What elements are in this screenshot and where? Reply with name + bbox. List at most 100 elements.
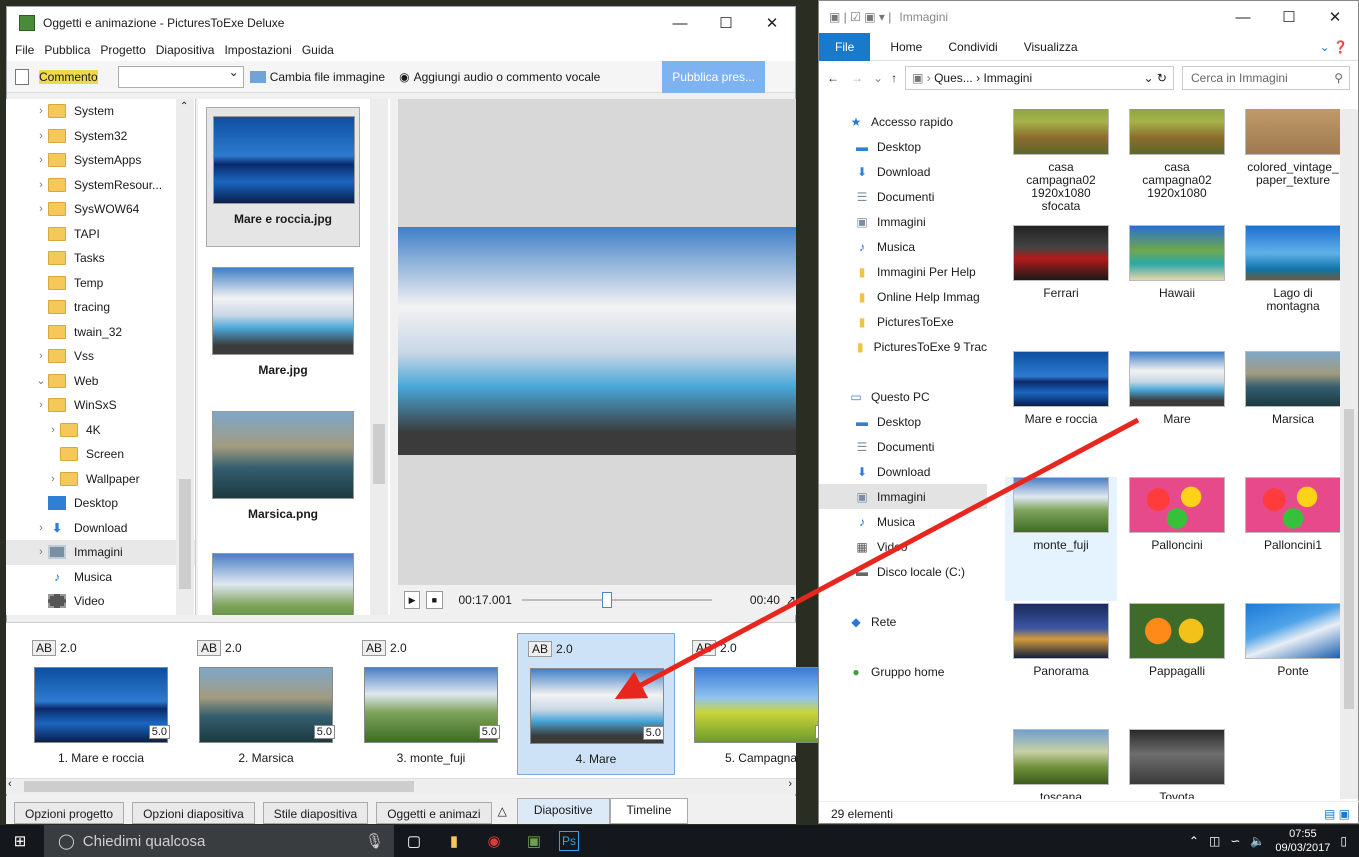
stop-icon[interactable]: ■ (426, 591, 443, 609)
nav-item[interactable]: ▮ Online Help Immag (819, 284, 987, 309)
ribbon-tab-home[interactable]: Home (890, 40, 922, 54)
tree-item[interactable]: Desktop (6, 491, 195, 516)
file-grid[interactable]: casa campagna02 1920x1080 sfocata casa ca… (995, 109, 1340, 799)
back-icon[interactable]: ← (827, 71, 839, 85)
thumb-card[interactable]: Mare.jpg (206, 259, 360, 399)
file-item[interactable]: Palloncini (1121, 477, 1233, 601)
slide-preview[interactable] (398, 99, 796, 585)
explorer-maximize-button[interactable]: ☐ (1266, 1, 1312, 33)
file-explorer-icon[interactable]: ▮ (439, 826, 469, 856)
thumb-card[interactable]: Marsica.png (206, 403, 360, 543)
tree-item[interactable]: Tasks (6, 246, 195, 271)
file-item[interactable]: Toyota (1121, 729, 1233, 799)
nav-item[interactable]: ▮ Immagini Per Help (819, 259, 987, 284)
file-item[interactable]: monte_fuji (1005, 477, 1117, 601)
slide-card[interactable]: AB2.05.5. Campagna (682, 633, 840, 775)
tree-item[interactable]: › SysWOW64 (6, 197, 195, 222)
explorer-nav-pane[interactable]: ★ Accesso rapido ▬ Desktop ⬇ Download ☰ Documen… (819, 109, 987, 801)
battery-icon[interactable]: ◫ (1209, 834, 1220, 848)
tree-item[interactable]: Temp (6, 271, 195, 296)
tree-item[interactable]: › SystemApps (6, 148, 195, 173)
nav-item[interactable]: ♪ Musica (819, 234, 987, 259)
file-item[interactable]: toscana (1005, 729, 1117, 799)
volume-icon[interactable]: 🔈 (1250, 834, 1265, 848)
expand-chevron-icon[interactable]: › (34, 522, 48, 534)
picturestoexe-icon[interactable]: ▣ (519, 826, 549, 856)
tree-item[interactable]: › Wallpaper (6, 467, 195, 492)
tray-chevron-icon[interactable]: ⌃ (1189, 834, 1199, 848)
menu-diapositiva[interactable]: Diapositiva (156, 43, 215, 57)
view-toggle-icon[interactable]: ▤ ▣ (1324, 807, 1350, 821)
file-item[interactable]: Ferrari (1005, 225, 1117, 349)
thumb-card[interactable] (206, 545, 360, 615)
slide-card[interactable]: AB 2.0 5.0 1. Mare e roccia (22, 633, 180, 775)
file-item[interactable]: Panorama (1005, 603, 1117, 727)
tree-item[interactable]: › Vss (6, 344, 195, 369)
timeline-slider[interactable] (521, 592, 712, 608)
expand-chevron-icon[interactable]: › (34, 105, 48, 117)
objects-animation-button[interactable]: Oggetti e animazi (376, 802, 492, 824)
nav-item[interactable]: ▮ PicturesToExe 9 Trac (819, 334, 987, 359)
file-item[interactable]: Mare e roccia (1005, 351, 1117, 475)
explorer-close-button[interactable]: ✕ (1312, 1, 1358, 33)
menu-impostazioni[interactable]: Impostazioni (224, 43, 291, 57)
folder-tree[interactable]: › System › System32 › SystemApps › SystemResour… (6, 99, 196, 615)
tree-item[interactable]: › System (6, 99, 195, 124)
slide-style-button[interactable]: Stile diapositiva (262, 802, 369, 824)
expand-chevron-icon[interactable]: › (34, 154, 48, 166)
tree-item[interactable]: › SystemResour... (6, 173, 195, 198)
chrome-icon[interactable]: ◉ (479, 826, 509, 856)
file-item[interactable]: colored_vintage_ paper_texture (1237, 109, 1340, 223)
grid-scrollbar[interactable] (1340, 109, 1358, 799)
minimize-button[interactable]: — (657, 7, 703, 39)
slide-card[interactable]: AB 2.0 5.0 2. Marsica (187, 633, 345, 775)
transition-label[interactable]: AB 2.0 (32, 640, 77, 656)
notifications-icon[interactable]: ▯ (1340, 834, 1347, 848)
nav-item[interactable]: ☰ Documenti (819, 184, 987, 209)
transition-label[interactable]: AB 2.0 (197, 640, 242, 656)
nav-item[interactable]: ▬ Desktop (819, 134, 987, 159)
tree-item[interactable]: › WinSxS (6, 393, 195, 418)
nav-item[interactable]: ⬇ Download (819, 159, 987, 184)
nav-item[interactable]: ♪ Musica (819, 509, 987, 534)
nav-item[interactable]: ▣ Immagini (819, 484, 987, 509)
fullscreen-icon[interactable]: ↗ (786, 593, 796, 607)
explorer-minimize-button[interactable]: — (1220, 1, 1266, 33)
mic-icon[interactable]: 🎙 (365, 832, 384, 850)
tree-item[interactable]: › System32 (6, 124, 195, 149)
refresh-icon[interactable]: ⌄ ↻ (1144, 71, 1167, 85)
tree-scrollbar[interactable]: ⌃ (176, 99, 194, 615)
thumbnail-list[interactable]: Mare e roccia.jpg Mare.jpg Marsica.png (198, 99, 390, 615)
search-input[interactable]: Cerca in Immagini ⚲ (1182, 66, 1350, 90)
slide-card[interactable]: AB 2.0 5.0 4. Mare (517, 633, 675, 775)
up-icon[interactable]: ↑ (891, 71, 897, 85)
menu-guida[interactable]: Guida (302, 43, 334, 57)
path-immagini[interactable]: Immagini (983, 71, 1032, 85)
photoshop-icon[interactable]: Ps (559, 831, 579, 851)
tree-item[interactable]: ⌄ Web (6, 369, 195, 394)
file-item[interactable]: Ponte (1237, 603, 1340, 727)
expand-chevron-icon[interactable]: › (34, 130, 48, 142)
slide-options-button[interactable]: Opzioni diapositiva (132, 802, 255, 824)
project-options-button[interactable]: Opzioni progetto (14, 802, 125, 824)
comment-button[interactable]: Commento (39, 69, 98, 84)
slider-knob[interactable] (601, 592, 612, 608)
cortana-search[interactable]: ◯ Chiedimi qualcosa 🎙 (44, 825, 394, 857)
tree-item[interactable]: twain_32 (6, 320, 195, 345)
expand-chevron-icon[interactable]: › (34, 546, 48, 558)
ribbon-tab-condividi[interactable]: Condividi (948, 40, 997, 54)
nav-item[interactable]: ● Gruppo home (819, 659, 987, 684)
tree-item[interactable]: TAPI (6, 222, 195, 247)
nav-item[interactable]: ▣ Immagini (819, 209, 987, 234)
forward-icon[interactable]: → (851, 71, 863, 85)
nav-item[interactable]: ▬ Disco locale (C:) (819, 559, 987, 584)
nav-item[interactable]: ☰ Documenti (819, 434, 987, 459)
wifi-icon[interactable]: ∽ (1230, 834, 1240, 848)
tab-timeline[interactable]: Timeline (609, 798, 689, 824)
strip-scrollbar[interactable]: ‹ › (6, 778, 796, 794)
nav-item[interactable]: ▭ Questo PC (819, 384, 987, 409)
expand-chevron-icon[interactable]: › (34, 350, 48, 362)
nav-item[interactable]: ⬇ Download (819, 459, 987, 484)
clock[interactable]: 07:55 09/03/2017 (1275, 827, 1330, 855)
close-button[interactable]: ✕ (749, 7, 795, 39)
